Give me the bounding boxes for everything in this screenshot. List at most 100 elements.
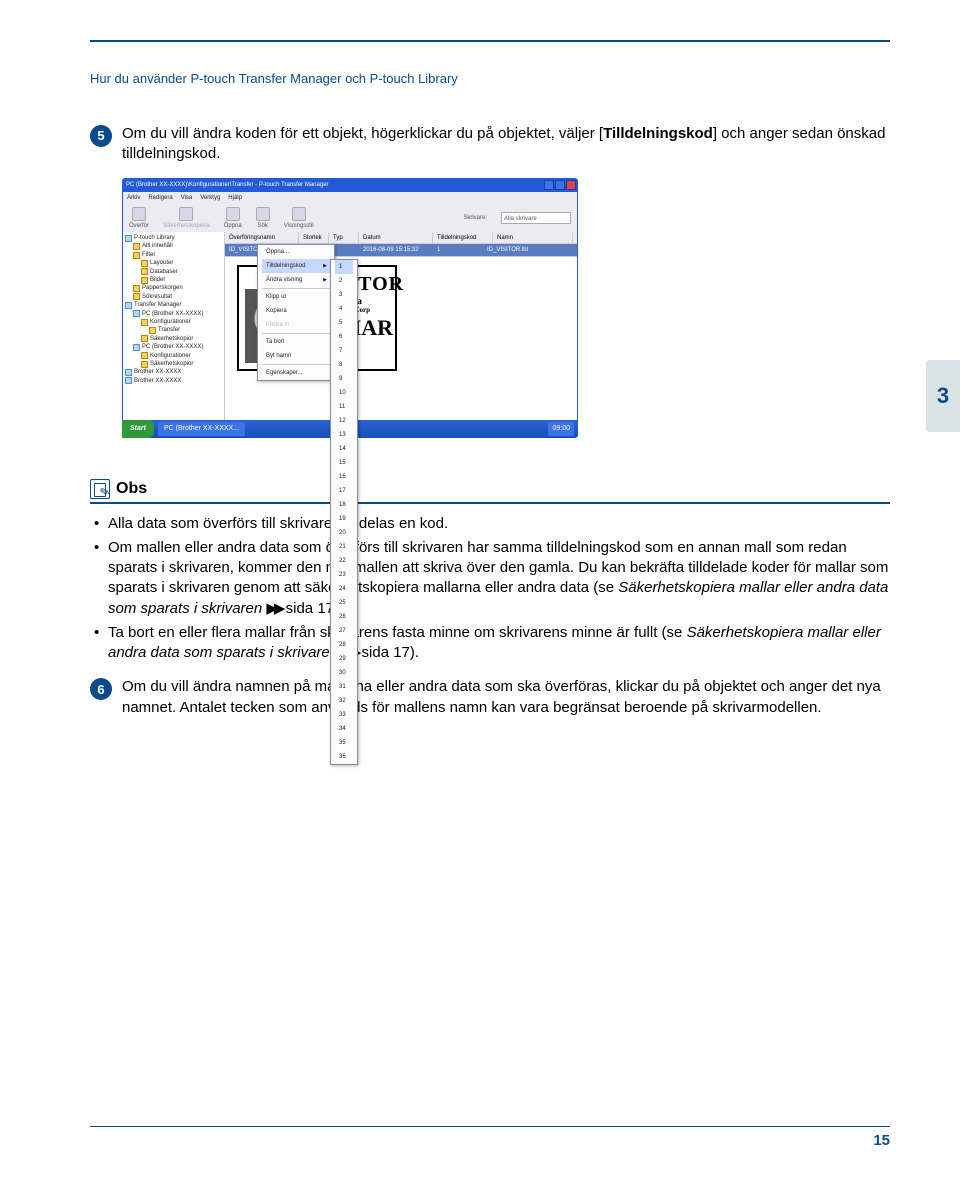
menu-item[interactable]: Redigera (148, 195, 172, 201)
context-submenu-item[interactable]: 22 (335, 554, 353, 568)
taskbar-item[interactable]: PC (Brother XX-XXXX... (158, 422, 245, 436)
context-submenu-item[interactable]: 12 (335, 414, 353, 428)
tree-label: Konfigurationer (150, 318, 191, 326)
step5-badge: 5 (90, 125, 112, 147)
toolbar-button[interactable]: Visningsstil (284, 207, 314, 230)
window-max-button[interactable] (555, 180, 565, 190)
context-submenu-item[interactable]: 10 (335, 386, 353, 400)
note-block: Obs Alla data som överförs till skrivare… (90, 478, 890, 663)
context-submenu-item[interactable]: 30 (335, 666, 353, 680)
list-row-selected[interactable]: ID_VISITOR 2016-08-09 15:15:32 1 ID_VISI… (225, 244, 577, 256)
start-button[interactable]: Start (122, 420, 154, 438)
menu-item[interactable]: Arkiv (127, 195, 140, 201)
tree-item[interactable]: P-touch Library (125, 234, 222, 242)
context-menu-item[interactable]: Öppna... (262, 245, 330, 259)
toolbar-button[interactable]: Överför (129, 207, 149, 230)
context-submenu-item[interactable]: 5 (335, 316, 353, 330)
menu-item[interactable]: Hjälp (228, 195, 242, 201)
context-submenu-item[interactable]: 31 (335, 680, 353, 694)
column-header[interactable]: Tilldelningskod (433, 232, 493, 243)
tree-item[interactable]: Bilder (125, 276, 222, 284)
tree-item[interactable]: Konfigurationer (125, 318, 222, 326)
context-menu[interactable]: Öppna...Tilldelningskod12345678910111213… (257, 244, 335, 381)
context-submenu-item[interactable]: 25 (335, 596, 353, 610)
toolbar-icon (132, 207, 146, 221)
tree-item[interactable]: PC (Brother XX-XXXX) (125, 343, 222, 351)
toolbar-button[interactable]: Öppna (224, 207, 242, 230)
tree-item[interactable]: Transfer (125, 326, 222, 334)
context-submenu-item[interactable]: 32 (335, 694, 353, 708)
context-submenu-item[interactable]: 6 (335, 330, 353, 344)
context-submenu[interactable]: 1234567891011121314151617181920212223242… (330, 259, 358, 765)
context-submenu-item[interactable]: 35 (335, 736, 353, 750)
context-submenu-item[interactable]: 14 (335, 442, 353, 456)
context-menu-item[interactable]: Egenskaper... (262, 366, 330, 380)
tree-item[interactable]: Layouter (125, 259, 222, 267)
tree-item[interactable]: Säkerhetskopior (125, 360, 222, 368)
context-submenu-item[interactable]: 24 (335, 582, 353, 596)
tree-item[interactable]: Brother XX-XXXX (125, 368, 222, 376)
tree-item[interactable]: Papperskorgen (125, 284, 222, 292)
context-submenu-item[interactable]: 8 (335, 358, 353, 372)
context-submenu-item[interactable]: 27 (335, 624, 353, 638)
context-submenu-item[interactable]: 4 (335, 302, 353, 316)
context-submenu-item[interactable]: 7 (335, 344, 353, 358)
window-min-button[interactable] (544, 180, 554, 190)
window-close-button[interactable] (566, 180, 576, 190)
context-submenu-item[interactable]: 16 (335, 470, 353, 484)
tree-item[interactable]: Sökresultat (125, 293, 222, 301)
context-submenu-item[interactable]: 2 (335, 274, 353, 288)
context-submenu-item[interactable]: 29 (335, 652, 353, 666)
context-submenu-item[interactable]: 33 (335, 708, 353, 722)
column-header[interactable]: Namn (493, 232, 573, 243)
context-submenu-item[interactable]: 3 (335, 288, 353, 302)
context-menu-item[interactable]: Tilldelningskod1234567891011121314151617… (262, 259, 330, 273)
context-submenu-item[interactable]: 17 (335, 484, 353, 498)
tree-item[interactable]: Allt innehåll (125, 242, 222, 250)
folder-icon (125, 302, 132, 309)
folder-icon (133, 252, 140, 259)
context-submenu-item[interactable]: 9 (335, 372, 353, 386)
tree-item[interactable]: Brother XX-XXXX (125, 377, 222, 385)
context-submenu-item[interactable]: 21 (335, 540, 353, 554)
note-item: Om mallen eller andra data som överförs … (94, 538, 890, 619)
column-header[interactable]: Datum (359, 232, 433, 243)
context-submenu-item[interactable]: 11 (335, 400, 353, 414)
tree-item[interactable]: PC (Brother XX-XXXX) (125, 310, 222, 318)
tree-item[interactable]: Konfigurationer (125, 352, 222, 360)
menu-item[interactable]: Visa (181, 195, 193, 201)
column-header[interactable]: Storlek (299, 232, 329, 243)
tree-item[interactable]: Transfer Manager (125, 301, 222, 309)
context-submenu-item[interactable]: 23 (335, 568, 353, 582)
folder-icon (141, 277, 148, 284)
context-submenu-item[interactable]: 26 (335, 610, 353, 624)
context-submenu-item[interactable]: 18 (335, 498, 353, 512)
context-submenu-item[interactable]: 28 (335, 638, 353, 652)
context-menu-item[interactable]: Kopiera (262, 304, 330, 318)
tree-item[interactable]: Databaser (125, 268, 222, 276)
context-menu-item[interactable]: Byt namn (262, 349, 330, 363)
context-submenu-item[interactable]: 1 (335, 260, 353, 274)
menu-item[interactable]: Verktyg (200, 195, 220, 201)
context-submenu-item[interactable]: 19 (335, 512, 353, 526)
context-submenu-item[interactable]: 15 (335, 456, 353, 470)
tree-item[interactable]: Filter (125, 251, 222, 259)
context-menu-item[interactable]: Ta bort (262, 335, 330, 349)
context-submenu-item[interactable]: 20 (335, 526, 353, 540)
printer-select[interactable]: Alla skrivare (501, 212, 571, 224)
chapter-side-tab: 3 (926, 360, 960, 432)
tree-item[interactable]: Säkerhetskopior (125, 335, 222, 343)
folder-tree[interactable]: P-touch LibraryAllt innehållFilterLayout… (123, 232, 225, 420)
context-submenu-item[interactable]: 13 (335, 428, 353, 442)
context-menu-item[interactable]: Klipp ut (262, 290, 330, 304)
cell-file: ID_VISITOR.lbl (483, 244, 532, 256)
context-submenu-item[interactable]: 34 (335, 722, 353, 736)
tree-label: Brother XX-XXXX (134, 368, 181, 376)
context-menu-item[interactable]: Ändra visning (262, 273, 330, 287)
toolbar-icon (256, 207, 270, 221)
menu-bar[interactable]: Arkiv Redigera Visa Verktyg Hjälp (122, 192, 578, 204)
context-submenu-item[interactable]: 36 (335, 750, 353, 764)
column-header[interactable]: Överföringsnamn (225, 232, 299, 243)
column-header[interactable]: Typ (329, 232, 359, 243)
toolbar-button[interactable]: Sök (256, 207, 270, 230)
